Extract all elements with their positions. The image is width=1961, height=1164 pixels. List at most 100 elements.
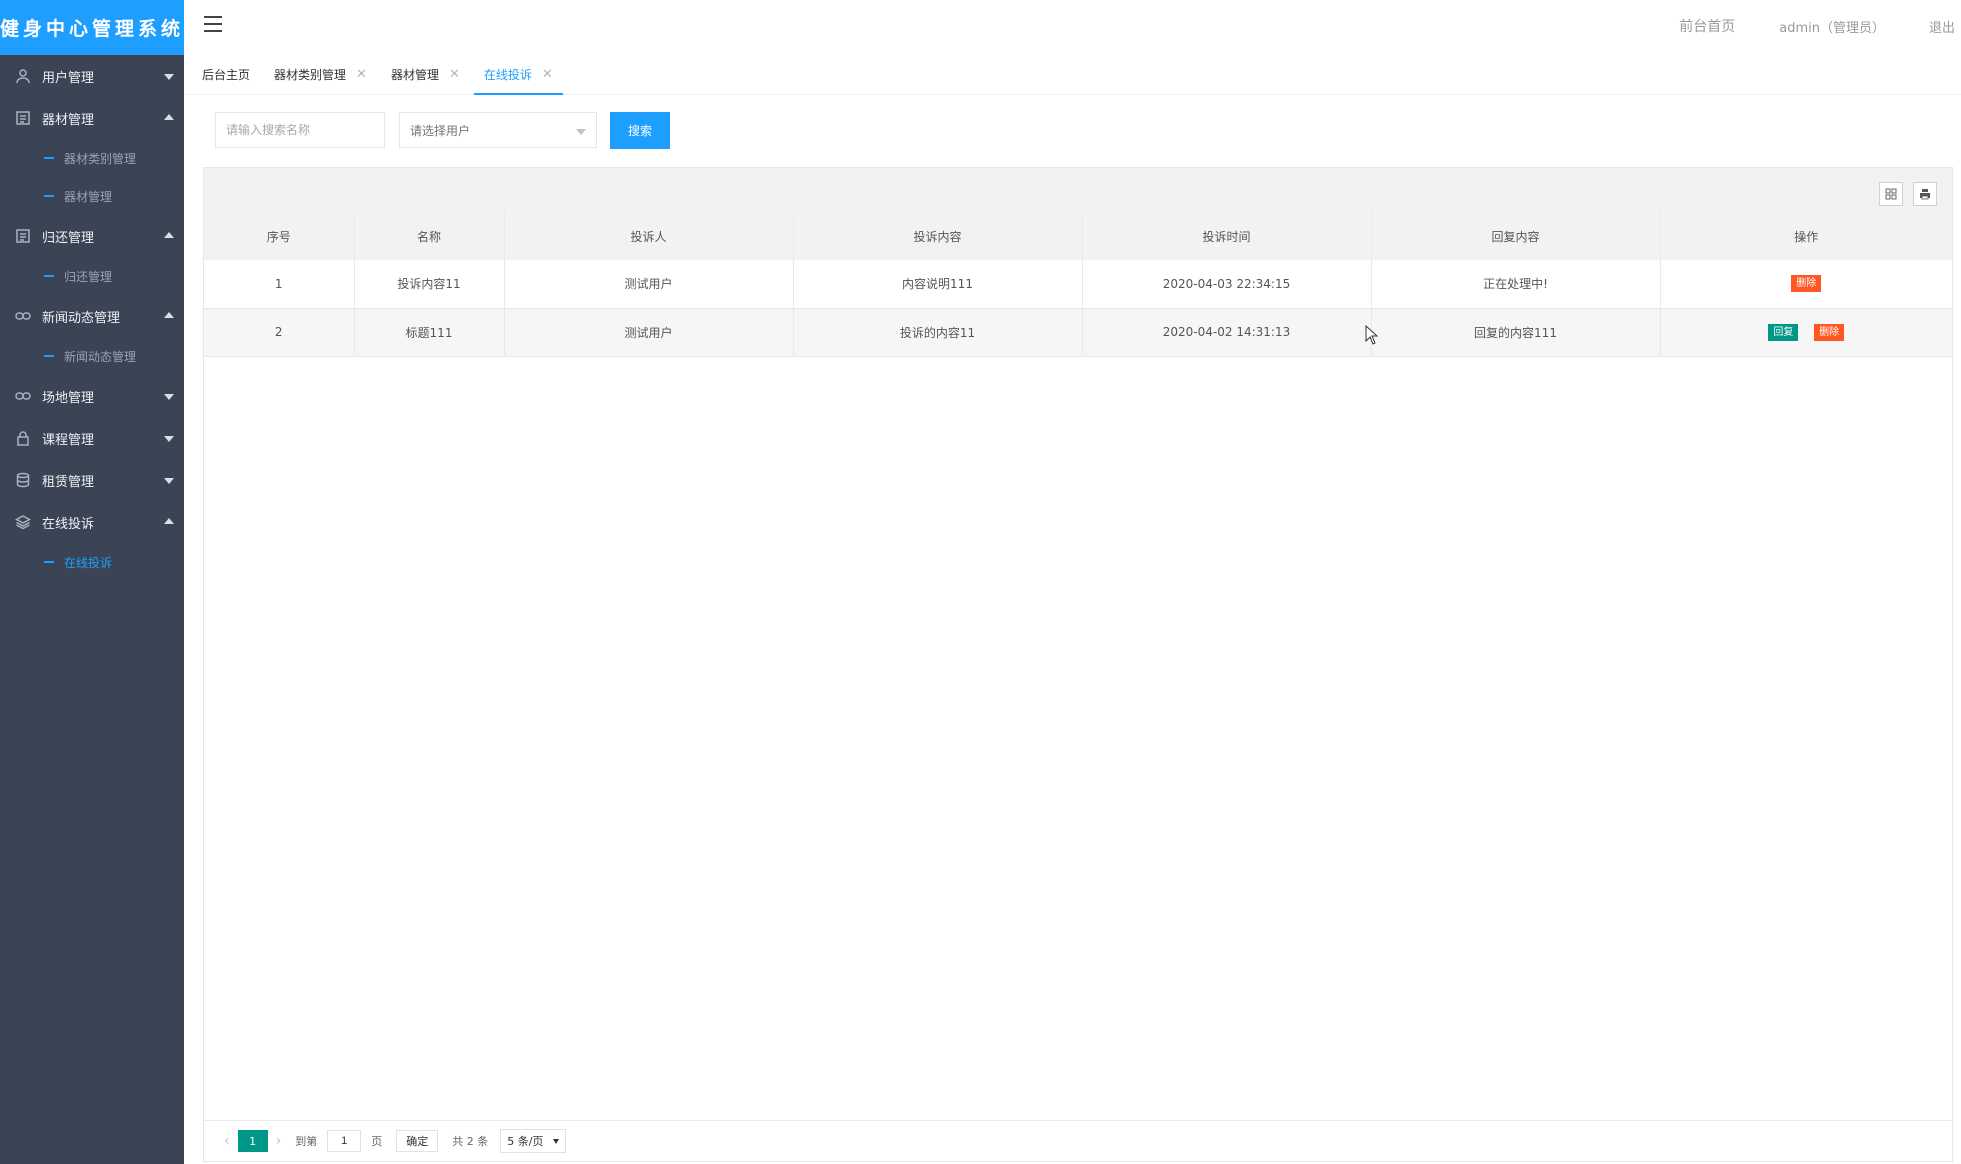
menu-group-news: 新闻动态管理 新闻动态管理 [0,295,184,375]
page-size-value: 5 条/页 [507,1135,544,1148]
next-page-icon[interactable]: › [268,1133,290,1149]
chevron-down-icon [164,394,174,400]
column-header: 名称 [354,212,505,260]
sidebar-item-complaint[interactable]: 在线投诉 [0,501,184,543]
link-icon [14,307,32,325]
cell-index: 1 [204,260,355,308]
sidebar-subitem-return[interactable]: 归还管理 [0,257,184,295]
sidebar-item-label: 在线投诉 [42,516,95,532]
sidebar-subitem-equipment-category[interactable]: 器材类别管理 [0,139,184,177]
tab-label: 后台主页 [202,67,251,82]
tab-label: 器材类别管理 [274,67,347,82]
header-right: 前台首页 admin（管理员） 退出 [1657,0,1961,52]
submenu: 在线投诉 [0,543,184,581]
close-icon[interactable]: ✕ [542,67,553,82]
layers-icon [14,513,32,531]
cell-content: 内容说明111 [793,260,1083,308]
user-select-placeholder: 请选择用户 [410,123,471,138]
submenu: 新闻动态管理 [0,337,184,375]
chevron-up-icon [164,312,174,318]
column-header: 序号 [204,212,355,260]
reply-button[interactable]: 回复 [1768,323,1799,341]
tab-equipment-category[interactable]: 器材类别管理 ✕ [264,54,377,94]
tab-complaint[interactable]: 在线投诉 ✕ [473,54,563,95]
total-count: 共 2 条 [452,1135,489,1148]
table-toolbar [204,168,1952,212]
sidebar-item-equipment[interactable]: 器材管理 [0,97,184,139]
chevron-down-icon [164,436,174,442]
goto-confirm-button[interactable]: 确定 [396,1130,439,1152]
column-header: 操作 [1794,229,1819,244]
table-row: 2 标题111 测试用户 投诉的内容11 2020-04-02 14:31:13… [204,308,1952,356]
menu-group-user-management: 用户管理 [0,55,184,97]
sidebar-subitem-label: 器材类别管理 [64,151,137,166]
cell-name: 标题111 [354,308,505,356]
sidebar-subitem-news[interactable]: 新闻动态管理 [0,337,184,375]
menu-group-return: 归还管理 归还管理 [0,215,184,295]
tab-equipment[interactable]: 器材管理 ✕ [381,54,470,94]
tab-label: 器材管理 [390,67,439,82]
user-select[interactable]: 请选择用户 [399,112,597,148]
chevron-down-icon [164,74,174,80]
close-icon[interactable]: ✕ [356,67,367,82]
search-button[interactable]: 搜索 [610,111,670,149]
sidebar-subitem-equipment[interactable]: 器材管理 [0,177,184,215]
cell-content: 投诉的内容11 [793,308,1083,356]
sidebar-subitem-label: 归还管理 [64,269,113,284]
table-header-row: 序号 名称 投诉人 投诉内容 投诉时间 回复内容 操作 [204,212,1952,260]
print-icon[interactable] [1913,182,1937,206]
tab-dashboard[interactable]: 后台主页 [192,54,260,94]
goto-label: 到第 [295,1135,318,1148]
submenu: 归还管理 [0,257,184,295]
sidebar-subitem-label: 在线投诉 [64,555,113,570]
menu-group-complaint: 在线投诉 在线投诉 [0,501,184,581]
cell-actions: 删除 [1660,260,1952,308]
sidebar-item-label: 租赁管理 [42,474,95,490]
menu-group-course: 课程管理 [0,417,184,459]
sidebar-item-return[interactable]: 归还管理 [0,215,184,257]
cell-name: 投诉内容11 [354,260,505,308]
table-row: 1 投诉内容11 测试用户 内容说明111 2020-04-03 22:34:1… [204,260,1952,308]
user-icon [14,67,32,85]
cell-index: 2 [204,308,355,356]
complaint-table: 序号 名称 投诉人 投诉内容 投诉时间 回复内容 操作 1 投诉内容11 测试用… [204,212,1952,357]
logout-link[interactable]: 退出 [1907,17,1961,36]
search-input[interactable] [215,112,385,148]
menu-group-equipment: 器材管理 器材类别管理 器材管理 [0,97,184,215]
sidebar-item-news[interactable]: 新闻动态管理 [0,295,184,337]
front-home-link[interactable]: 前台首页 [1657,16,1757,36]
columns-filter-icon[interactable] [1879,182,1903,206]
prev-page-icon[interactable]: ‹ [216,1133,238,1149]
dash-marker [44,157,54,159]
sidebar-subitem-complaint[interactable]: 在线投诉 [0,543,184,581]
search-toolbar: 请选择用户 搜索 [215,111,670,149]
current-page[interactable]: 1 [237,1130,268,1152]
database-icon [14,471,32,489]
sidebar-item-rental[interactable]: 租赁管理 [0,459,184,501]
sidebar-item-label: 课程管理 [42,432,95,448]
list-icon [14,109,32,127]
top-header: 前台首页 admin（管理员） 退出 [184,0,1961,53]
goto-page-input[interactable] [327,1130,362,1152]
cell-complainant: 测试用户 [504,260,794,308]
cell-actions: 回复 删除 [1660,308,1952,356]
list-icon [14,227,32,245]
delete-button[interactable]: 删除 [1791,275,1822,293]
sidebar: 健身中心管理系统 用户管理 器材管理 器材类别管理 器材管理 归还管理 归还管理 [0,0,184,1164]
page-size-select[interactable]: 5 条/页 [500,1129,567,1153]
page-tabs: 后台主页 器材类别管理 ✕ 器材管理 ✕ 在线投诉 ✕ [184,52,1961,95]
lock-icon [14,429,32,447]
sidebar-subitem-label: 新闻动态管理 [64,349,137,364]
complaint-table-panel: 序号 名称 投诉人 投诉内容 投诉时间 回复内容 操作 1 投诉内容11 测试用… [203,167,1953,1162]
cell-reply: 正在处理中! [1371,260,1661,308]
sidebar-item-course[interactable]: 课程管理 [0,417,184,459]
delete-button[interactable]: 删除 [1814,323,1845,341]
user-menu[interactable]: admin（管理员） [1757,17,1907,36]
sidebar-item-venue[interactable]: 场地管理 [0,375,184,417]
column-header: 回复内容 [1371,212,1661,260]
cell-complainant: 测试用户 [504,308,794,356]
close-icon[interactable]: ✕ [449,67,460,82]
cell-time: 2020-04-03 22:34:15 [1082,260,1372,308]
menu-toggle-icon[interactable] [204,16,222,32]
sidebar-item-user-management[interactable]: 用户管理 [0,55,184,97]
